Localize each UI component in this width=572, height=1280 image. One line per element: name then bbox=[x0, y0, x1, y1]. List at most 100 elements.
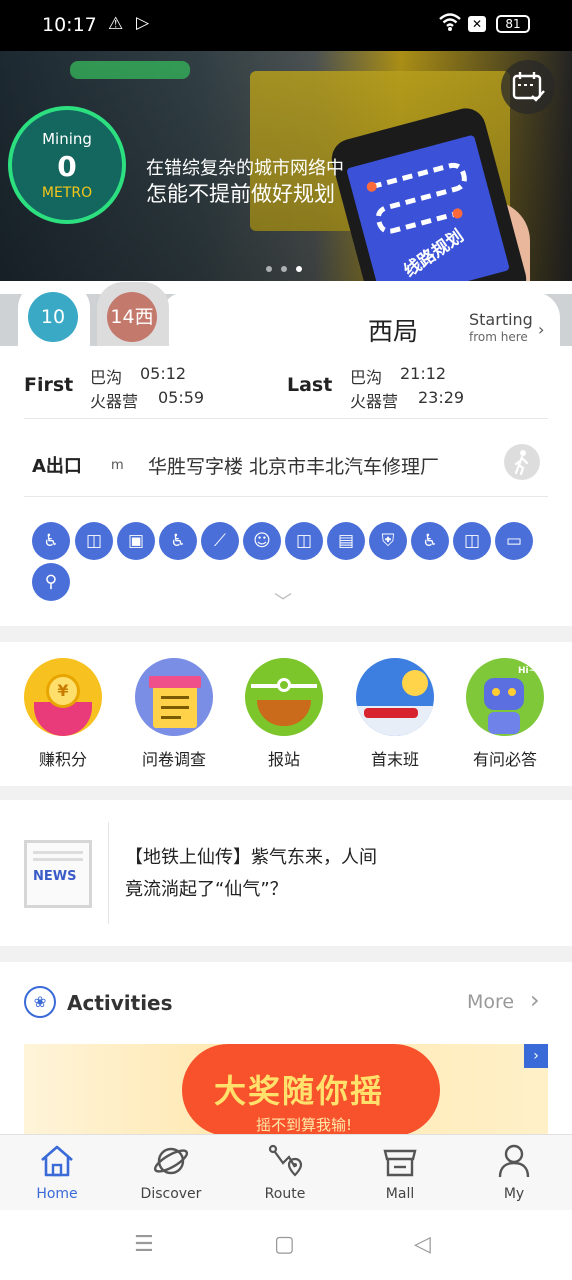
elevator-icon: ◫ bbox=[75, 522, 113, 560]
user-icon bbox=[494, 1141, 534, 1181]
banner-line1: 在错综复杂的城市网络中 bbox=[146, 158, 344, 179]
bottom-tab-bar: Home Discover Route Mall My bbox=[0, 1134, 572, 1210]
tab-mall[interactable]: Mall bbox=[360, 1141, 440, 1202]
mining-unit: METRO bbox=[41, 185, 93, 201]
play-store-icon: ▷ bbox=[136, 13, 150, 33]
tab-label: My bbox=[503, 1186, 525, 1202]
tab-label: Mall bbox=[385, 1186, 415, 1202]
planet-icon bbox=[151, 1141, 191, 1181]
tab-label: Route bbox=[264, 1186, 306, 1202]
service-station-announce[interactable]: 报站 bbox=[244, 658, 324, 770]
carousel-dot-active[interactable] bbox=[296, 266, 302, 272]
section-separator bbox=[0, 786, 572, 800]
monitor-icon: ▭ bbox=[495, 522, 533, 560]
last-time: 21:12 bbox=[400, 364, 447, 383]
first-dest: 巴沟 bbox=[90, 368, 123, 387]
first-time: 05:12 bbox=[140, 364, 187, 383]
service-label: 问卷调查 bbox=[141, 750, 206, 769]
tab-home[interactable]: Home bbox=[17, 1141, 97, 1202]
news-line1: 【地铁上仙传】紫气东来，人间 bbox=[125, 847, 377, 868]
first-time: 05:59 bbox=[158, 388, 205, 407]
exit-distance-unit: m bbox=[111, 458, 124, 473]
home-icon bbox=[37, 1141, 77, 1181]
walk-icon[interactable] bbox=[504, 444, 540, 480]
carousel-dot[interactable] bbox=[281, 266, 287, 272]
chevron-right-icon: › bbox=[524, 1044, 548, 1068]
service-label: 报站 bbox=[267, 750, 300, 769]
activities-header: ❀ Activities More › bbox=[0, 962, 572, 1042]
tab-my[interactable]: My bbox=[474, 1141, 554, 1202]
carousel-dots[interactable] bbox=[266, 257, 311, 276]
news-line2: 竟流淌起了“仙气”？ bbox=[125, 879, 288, 900]
balloon-icon: ❀ bbox=[24, 986, 56, 1018]
stairlift-icon: ♿ bbox=[411, 522, 449, 560]
blind-path-icon: ⚲ bbox=[32, 563, 70, 601]
more-link[interactable]: More bbox=[467, 991, 514, 1013]
service-earn-points[interactable]: ¥ 赚积分 bbox=[23, 658, 103, 770]
calendar-button[interactable] bbox=[501, 60, 555, 114]
station-name: 西局 bbox=[368, 317, 419, 346]
wheelchair-icon: ♿ bbox=[32, 522, 70, 560]
wifi-icon bbox=[438, 12, 462, 37]
line-badge: 10 bbox=[28, 292, 78, 342]
coins-icon: ¥ bbox=[24, 658, 102, 736]
news-icon-text: NEWS bbox=[33, 869, 77, 884]
last-label: Last bbox=[287, 374, 333, 396]
ticket-machine-icon: ▤ bbox=[327, 522, 365, 560]
survey-gift-icon bbox=[135, 658, 213, 736]
starting-label: Starting bbox=[469, 310, 533, 329]
service-label: 赚积分 bbox=[38, 750, 87, 769]
divider bbox=[24, 418, 548, 419]
status-time: 10:17 bbox=[42, 14, 97, 36]
home-square-icon[interactable]: ▢ bbox=[274, 1232, 295, 1257]
last-dest: 巴沟 bbox=[350, 368, 383, 387]
line-tabs: 西局 Starting from here › 10 14西 bbox=[0, 282, 572, 346]
mining-widget[interactable]: Mining 0 METRO bbox=[8, 106, 126, 224]
news-headline[interactable]: 【地铁上仙传】紫气东来，人间 竟流淌起了“仙气”？ bbox=[125, 842, 545, 906]
back-triangle-icon[interactable]: ◁ bbox=[414, 1232, 431, 1257]
no-sim-icon: ✕ bbox=[468, 16, 486, 32]
elevator-icon: ◫ bbox=[453, 522, 491, 560]
service-survey[interactable]: 问卷调查 bbox=[134, 658, 214, 770]
service-first-last-train[interactable]: 首末班 bbox=[355, 658, 435, 770]
exit-row[interactable]: A出口 m 华胜写字楼 北京市丰北汽车修理厂 bbox=[0, 420, 572, 496]
news-item[interactable]: NEWS 【地铁上仙传】紫气东来，人间 竟流淌起了“仙气”？ bbox=[0, 800, 572, 946]
line-badge: 14西 bbox=[107, 292, 157, 342]
service-label: 首末班 bbox=[370, 750, 419, 769]
menu-icon[interactable]: ☰ bbox=[134, 1232, 154, 1257]
elevator-icon: ▣ bbox=[117, 522, 155, 560]
elevator-icon: ◫ bbox=[285, 522, 323, 560]
battery-indicator: 81 bbox=[496, 15, 530, 33]
tab-line-10[interactable]: 10 bbox=[18, 282, 90, 346]
banner-line2: 怎能不提前做好规划 bbox=[146, 182, 335, 206]
last-dest: 火器营 bbox=[350, 392, 399, 411]
section-separator bbox=[0, 946, 572, 962]
train-moon-icon bbox=[356, 658, 434, 736]
activity-banner[interactable]: 大奖随你摇 摇不到算我输! › bbox=[24, 1044, 548, 1136]
robot-icon: Hi~ bbox=[466, 658, 544, 736]
section-separator bbox=[0, 626, 572, 642]
calendar-check-icon bbox=[512, 72, 545, 102]
first-last-trains: First 巴沟 05:12 火器营 05:59 Last 巴沟 21:12 火… bbox=[0, 346, 572, 418]
tab-label: Discover bbox=[140, 1186, 202, 1202]
chevron-right-icon[interactable]: › bbox=[530, 986, 540, 1014]
station-header[interactable]: 西局 Starting from here › bbox=[160, 292, 560, 346]
warning-icon: ⚠ bbox=[108, 14, 124, 34]
announce-icon bbox=[245, 658, 323, 736]
promo-subtitle: 摇不到算我输! bbox=[256, 1116, 353, 1134]
system-navigation-bar: ☰ ▢ ◁ bbox=[0, 1210, 572, 1280]
tab-line-14w[interactable]: 14西 bbox=[97, 282, 169, 346]
news-icon: NEWS bbox=[24, 840, 92, 908]
service-qa[interactable]: Hi~ 有问必答 bbox=[465, 658, 545, 770]
tab-discover[interactable]: Discover bbox=[131, 1141, 211, 1202]
first-label: First bbox=[24, 374, 74, 396]
tab-route[interactable]: Route bbox=[245, 1141, 325, 1202]
first-dest: 火器营 bbox=[90, 392, 139, 411]
starting-from-here-button[interactable]: Starting from here bbox=[469, 312, 533, 345]
carousel-dot[interactable] bbox=[266, 266, 272, 272]
exit-address: 华胜写字楼 北京市丰北汽车修理厂 bbox=[148, 456, 440, 478]
escalator-icon: ⟋ bbox=[201, 522, 239, 560]
expand-chevron-icon[interactable]: ﹀ bbox=[274, 588, 292, 614]
store-icon bbox=[380, 1141, 420, 1181]
mining-label: Mining bbox=[42, 130, 92, 148]
